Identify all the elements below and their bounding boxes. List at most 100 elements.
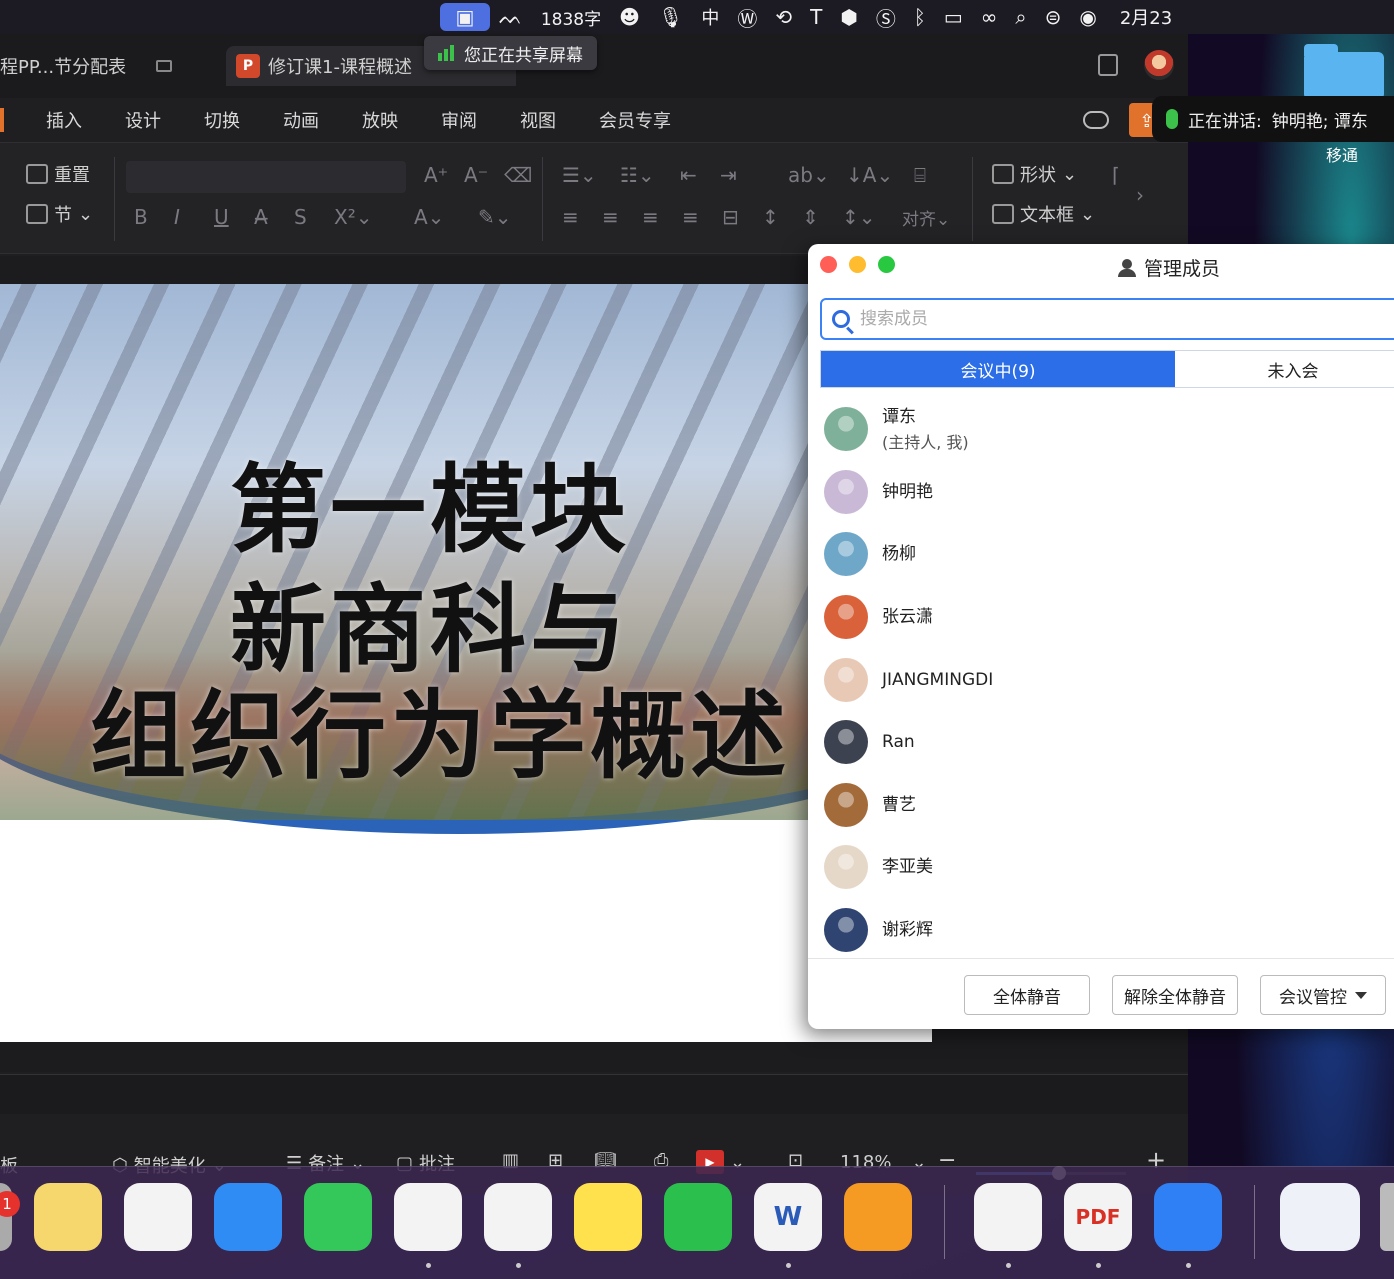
italic-icon[interactable]: I [174,205,180,229]
member-row[interactable]: Ran [808,711,1394,774]
safari-icon[interactable] [394,1183,462,1251]
text-icon[interactable]: T [801,0,831,34]
menu-insert[interactable]: 插入 [46,107,125,133]
avatar[interactable] [1144,50,1174,80]
spacing-menu-icon[interactable]: ↕⌄ [842,205,876,229]
input-method-indicator[interactable]: 中 [692,0,728,34]
eraser-icon[interactable]: ⌫ [504,163,532,187]
freeform-icon[interactable] [124,1183,192,1251]
member-row[interactable]: 谢彩辉 [808,899,1394,962]
chrome-icon[interactable] [484,1183,552,1251]
clock-date[interactable]: 2月23 [1106,0,1181,34]
minimize-button[interactable] [849,256,866,273]
menu-transition[interactable]: 切换 [204,107,283,133]
reset-button[interactable]: 重置 [26,161,90,187]
fit-text-icon[interactable]: ⌸ [914,163,926,187]
font-color-icon[interactable]: A⌄ [414,205,444,229]
member-row[interactable]: 曹艺 [808,774,1394,837]
bluetooth-icon[interactable]: ᛒ [905,0,935,34]
strikethrough-icon[interactable]: A̶ [254,205,268,229]
font-shrink-icon[interactable]: A⁻ [464,163,488,187]
app-store-icon[interactable] [214,1183,282,1251]
member-row[interactable]: JIANGMINGDI [808,648,1394,711]
align-menu[interactable]: 对齐⌄ [902,205,950,230]
shadow-text-icon[interactable]: S [294,205,307,229]
member-row[interactable]: 谭东 (主持人, 我) [808,398,1394,461]
menu-review[interactable]: 审阅 [441,107,520,133]
word-icon[interactable]: W [754,1183,822,1251]
wechat-icon[interactable] [664,1183,732,1251]
search-icon[interactable]: ⌕ [1006,0,1035,34]
paragraph-spacing-icon[interactable]: ⇕ [802,205,819,229]
qq-music-icon[interactable] [574,1183,642,1251]
sidebar-toggle-icon[interactable] [1098,54,1118,76]
emoji-icon[interactable]: ☻ [610,0,649,34]
member-search[interactable] [820,298,1394,340]
unmute-all-button[interactable]: 解除全体静音 [1112,975,1238,1015]
control-center-icon[interactable]: ⊜ [1036,0,1071,34]
screen-share-notice[interactable]: 您正在共享屏幕 [424,36,597,70]
font-name-field[interactable] [126,161,406,193]
section-button[interactable]: 节 ⌄ [26,201,93,227]
text-direction-icon[interactable]: ab⌄ [788,163,830,187]
distribute-icon[interactable]: ⊟ [722,205,739,229]
battery-icon[interactable]: ▭ [935,0,972,34]
shape-button[interactable]: 形状 ⌄ [992,161,1077,187]
tencent-meeting-icon[interactable] [1154,1183,1222,1251]
wps-icon[interactable] [974,1183,1042,1251]
member-row[interactable]: 李亚美 [808,836,1394,899]
facetime-icon[interactable] [304,1183,372,1251]
align-center-icon[interactable]: ≡ [602,205,619,229]
textbox-button[interactable]: 文本框 ⌄ [992,201,1095,227]
chevron-right-icon[interactable]: › [1136,183,1144,207]
format-painter-icon[interactable]: ⌈ [1112,163,1120,187]
menu-animation[interactable]: 动画 [283,107,362,133]
dock-partial-app-icon[interactable]: 1 [0,1183,20,1251]
notes-pane[interactable] [0,1074,1188,1114]
menu-member[interactable]: 会员专享 [599,107,678,133]
s-app-icon[interactable]: Ⓢ [867,0,905,34]
highlight-icon[interactable]: ✎⌄ [478,205,512,229]
siri-icon[interactable]: ◉ [1070,0,1105,34]
close-button[interactable] [820,256,837,273]
pdf-icon[interactable]: PDF [1064,1183,1132,1251]
slide[interactable]: 第一模块 新商科与 组织行为学概述 [0,284,932,1042]
meeting-control-button[interactable]: 会议管控 [1260,975,1386,1015]
line-spacing-icon[interactable]: ↕ [762,205,779,229]
justify-icon[interactable]: ≡ [682,205,699,229]
document-tab[interactable]: 程PP...节分配表 [0,46,200,86]
member-row[interactable]: 杨柳 [808,523,1394,586]
cloud-icon[interactable] [1083,111,1110,129]
member-row[interactable]: 钟明艳 [808,461,1394,524]
underline-icon[interactable]: U [214,205,229,229]
tab-in-meeting[interactable]: 会议中(9) [821,351,1175,387]
menu-slideshow[interactable]: 放映 [362,107,441,133]
decrease-indent-icon[interactable]: ⇤ [680,163,697,187]
tencent-meeting-icon[interactable]: ᨓ [490,0,532,34]
search-input[interactable] [860,309,1340,329]
books-icon[interactable] [844,1183,912,1251]
increase-indent-icon[interactable]: ⇥ [720,163,737,187]
font-grow-icon[interactable]: A⁺ [424,163,448,187]
numbered-list-icon[interactable]: ☷⌄ [620,163,655,187]
slide-title-line-3[interactable]: 组织行为学概述 [40,658,840,797]
bullet-list-icon[interactable]: ☰⌄ [562,163,597,187]
link-icon[interactable]: ∞ [972,0,1007,34]
menu-design[interactable]: 设计 [125,107,204,133]
recent-document-thumbnail[interactable] [1280,1183,1360,1251]
wps-icon[interactable]: Ⓦ [728,0,766,34]
menu-view[interactable]: 视图 [520,107,599,133]
screen-share-status-icon[interactable]: ▣ [440,3,490,31]
member-row[interactable]: 张云潇 [808,586,1394,649]
shield-icon[interactable]: ⬢ [831,0,866,34]
sort-icon[interactable]: ↓A⌄ [846,163,893,187]
maximize-button[interactable] [878,256,895,273]
microphone-icon[interactable]: 🎙︎ [649,0,692,34]
notes-icon[interactable] [34,1183,102,1251]
bold-icon[interactable]: B [134,205,148,229]
tab-not-joined[interactable]: 未入会 [1175,351,1394,387]
sync-icon[interactable]: ⟲ [766,0,801,34]
mute-all-button[interactable]: 全体静音 [964,975,1090,1015]
trash-icon[interactable] [1380,1183,1394,1251]
superscript-icon[interactable]: X²⌄ [334,205,372,229]
